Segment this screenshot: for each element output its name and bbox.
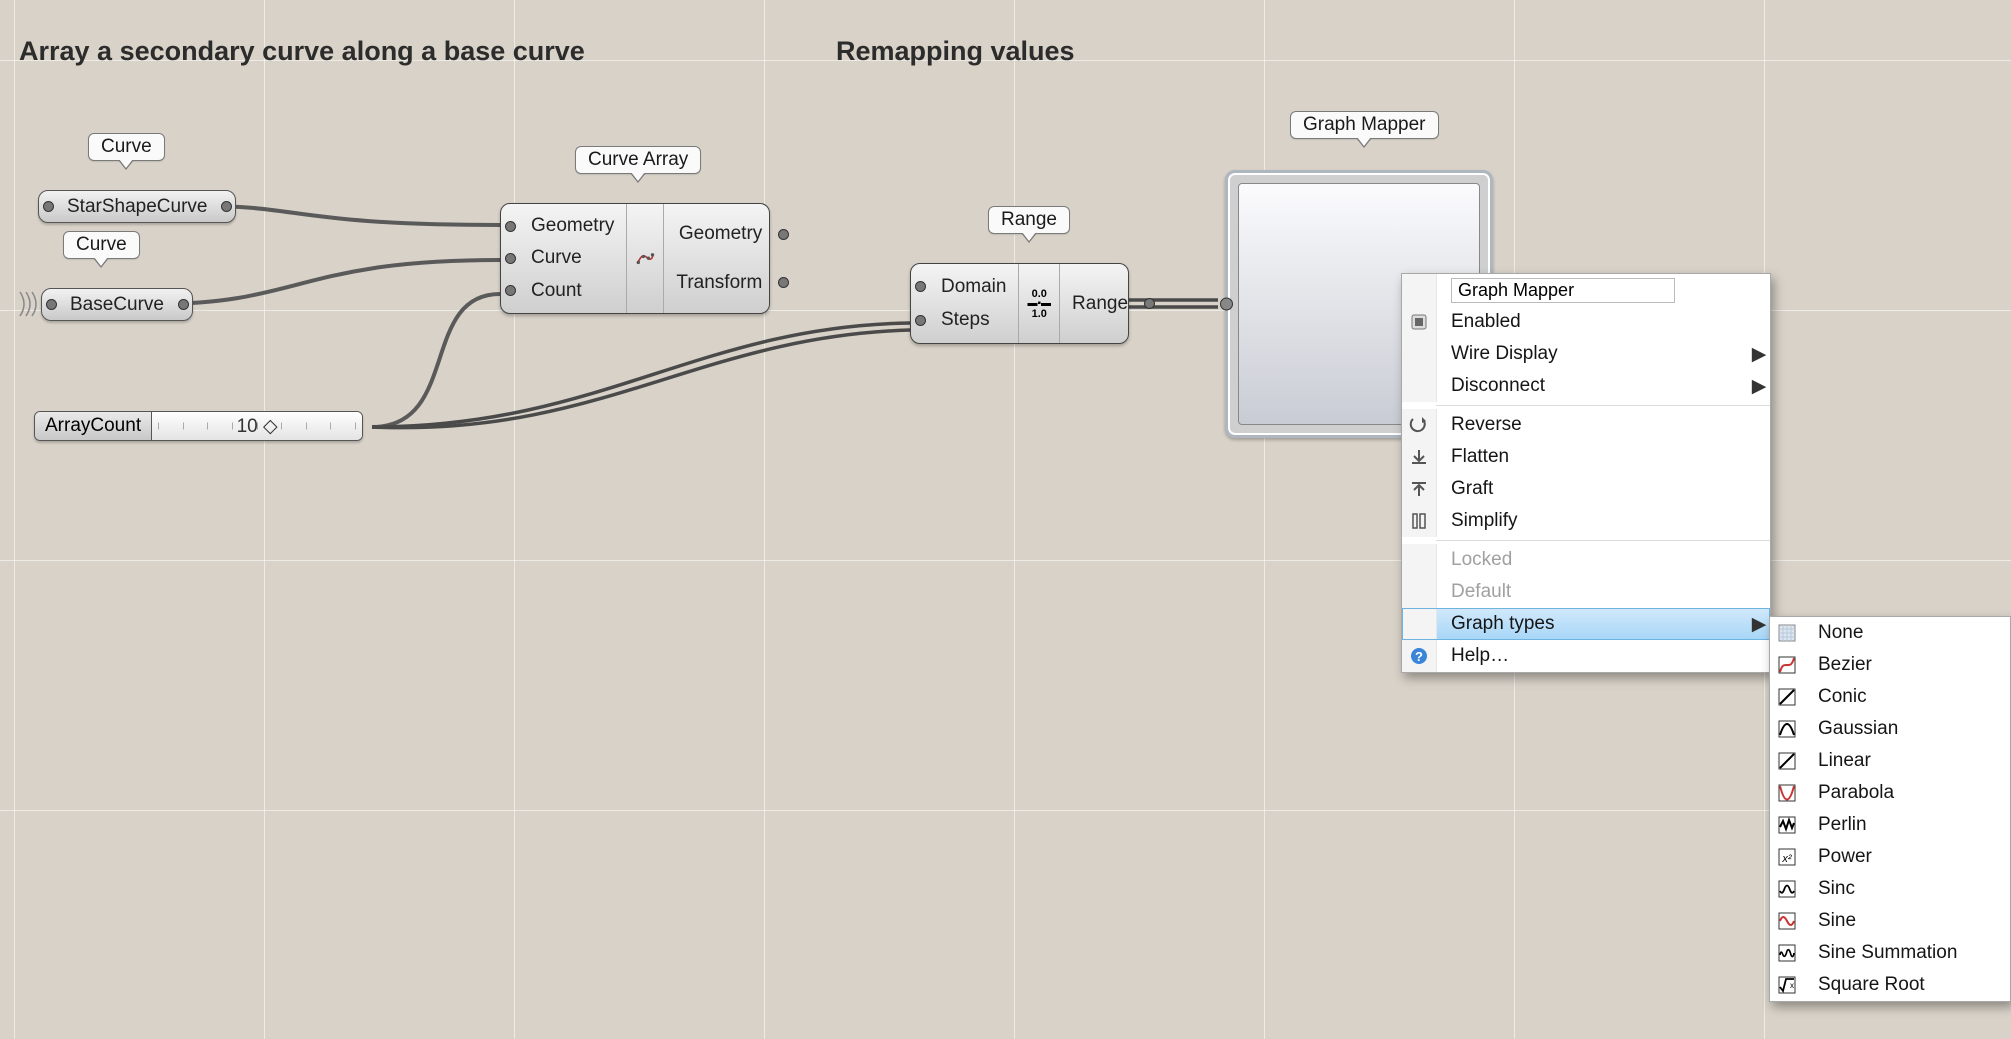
graphtype-bezier-icon <box>1777 655 1797 675</box>
menu-item-disconnect[interactable]: Disconnect▶ <box>1402 370 1770 402</box>
submenu-item-sine-summation[interactable]: Sine Summation <box>1770 937 2010 969</box>
graphtype-parabola-icon <box>1777 783 1797 803</box>
submenu-item-conic[interactable]: Conic <box>1770 681 2010 713</box>
reverse-icon <box>1409 415 1429 435</box>
param-label: StarShapeCurve <box>57 194 217 220</box>
input-count[interactable]: Count <box>501 280 594 302</box>
graphtype-gaussian-icon <box>1777 719 1797 739</box>
node-icon: 0.0 ▬▪▬ 1.0 <box>1018 264 1060 343</box>
param-label: BaseCurve <box>60 292 174 318</box>
input-domain[interactable]: Domain <box>911 276 1018 298</box>
param-basecurve[interactable]: BaseCurve <box>41 288 193 321</box>
submenu-item-sine[interactable]: Sine <box>1770 905 2010 937</box>
submenu-item-perlin[interactable]: Perlin <box>1770 809 2010 841</box>
graphtype-sinc-icon <box>1777 879 1797 899</box>
menu-item-simplify[interactable]: Simplify <box>1402 505 1770 537</box>
blank-icon <box>1402 544 1437 576</box>
menu-item-default: Default <box>1402 576 1770 608</box>
graph-mapper-input-grip[interactable] <box>1220 298 1233 311</box>
graft-icon <box>1409 479 1429 499</box>
menu-item-reverse[interactable]: Reverse <box>1402 409 1770 441</box>
tag-curve-1: Curve <box>88 133 165 161</box>
heading-left: Array a secondary curve along a base cur… <box>19 36 585 67</box>
svg-text:x: x <box>1790 981 1794 990</box>
submenu-item-sinc[interactable]: Sinc <box>1770 873 2010 905</box>
menu-item-flatten[interactable]: Flatten <box>1402 441 1770 473</box>
tag-curve-2: Curve <box>63 231 140 259</box>
input-steps[interactable]: Steps <box>911 309 1002 331</box>
blank-icon <box>1402 338 1437 370</box>
enabled-icon <box>1409 312 1429 332</box>
basecurve-wire-flair <box>18 289 40 319</box>
graphtype-sine-icon <box>1777 911 1797 931</box>
submenu-arrow-icon: ▶ <box>1748 343 1770 366</box>
graphtype-power-icon: x² <box>1777 847 1797 867</box>
slider-track[interactable]: 10 ◇ <box>152 412 362 440</box>
menu-title-icon <box>1402 274 1437 306</box>
menu-item-graft[interactable]: Graft <box>1402 473 1770 505</box>
menu-item-graph-types[interactable]: Graph types▶ <box>1402 608 1770 640</box>
slider-arraycount[interactable]: ArrayCount 10 ◇ <box>34 411 363 441</box>
submenu-item-linear[interactable]: Linear <box>1770 745 2010 777</box>
slider-label: ArrayCount <box>35 412 152 440</box>
submenu-arrow-icon: ▶ <box>1748 375 1770 398</box>
input-curve[interactable]: Curve <box>501 247 594 269</box>
svg-text:?: ? <box>1415 649 1423 664</box>
heading-right: Remapping values <box>836 36 1075 67</box>
submenu-item-parabola[interactable]: Parabola <box>1770 777 2010 809</box>
submenu-item-square-root[interactable]: xSquare Root <box>1770 969 2010 1001</box>
submenu-item-gaussian[interactable]: Gaussian <box>1770 713 2010 745</box>
tag-graph-mapper: Graph Mapper <box>1290 111 1439 139</box>
menu-item-enabled[interactable]: Enabled <box>1402 306 1770 338</box>
submenu-graph-types[interactable]: None Bezier Conic Gaussian Linear Parabo… <box>1769 616 2011 1002</box>
slider-value: 10 ◇ <box>237 415 278 438</box>
context-menu[interactable]: Enabled Wire Display▶ Disconnect▶ Revers… <box>1401 273 1771 673</box>
node-icon <box>626 204 664 313</box>
submenu-item-none[interactable]: None <box>1770 617 2010 649</box>
blank-icon <box>1402 608 1437 640</box>
menu-item-help[interactable]: ? Help… <box>1402 640 1770 672</box>
menu-title-row[interactable] <box>1402 274 1770 306</box>
node-curve-array[interactable]: Geometry Curve Count Geometry Transform <box>500 203 770 314</box>
submenu-item-power[interactable]: x²Power <box>1770 841 2010 873</box>
graphtype-sinesum-icon <box>1777 943 1797 963</box>
menu-separator <box>1436 540 1770 541</box>
param-starshapecurve[interactable]: StarShapeCurve <box>38 190 236 223</box>
graphtype-sqrt-icon: x <box>1777 975 1797 995</box>
menu-separator <box>1436 405 1770 406</box>
graphtype-perlin-icon <box>1777 815 1797 835</box>
menu-item-locked: Locked <box>1402 544 1770 576</box>
blank-icon <box>1402 576 1437 608</box>
tag-range: Range <box>988 206 1070 234</box>
output-geometry[interactable]: Geometry <box>667 223 792 245</box>
blank-icon <box>1402 370 1437 402</box>
graphtype-linear-icon <box>1777 751 1797 771</box>
submenu-item-bezier[interactable]: Bezier <box>1770 649 2010 681</box>
node-range[interactable]: Domain Steps 0.0 ▬▪▬ 1.0 Range <box>910 263 1129 344</box>
menu-item-wire-display[interactable]: Wire Display▶ <box>1402 338 1770 370</box>
simplify-icon <box>1409 511 1429 531</box>
menu-title-input[interactable] <box>1451 278 1675 303</box>
graphtype-none-icon <box>1777 623 1797 643</box>
tag-curve-array: Curve Array <box>575 146 701 174</box>
help-icon: ? <box>1409 646 1429 666</box>
svg-text:x²: x² <box>1781 853 1792 865</box>
flatten-icon <box>1409 447 1429 467</box>
output-transform[interactable]: Transform <box>664 272 792 294</box>
submenu-arrow-icon: ▶ <box>1748 613 1770 636</box>
graphtype-conic-icon <box>1777 687 1797 707</box>
output-range[interactable]: Range <box>1060 293 1158 315</box>
input-geometry[interactable]: Geometry <box>501 215 626 237</box>
